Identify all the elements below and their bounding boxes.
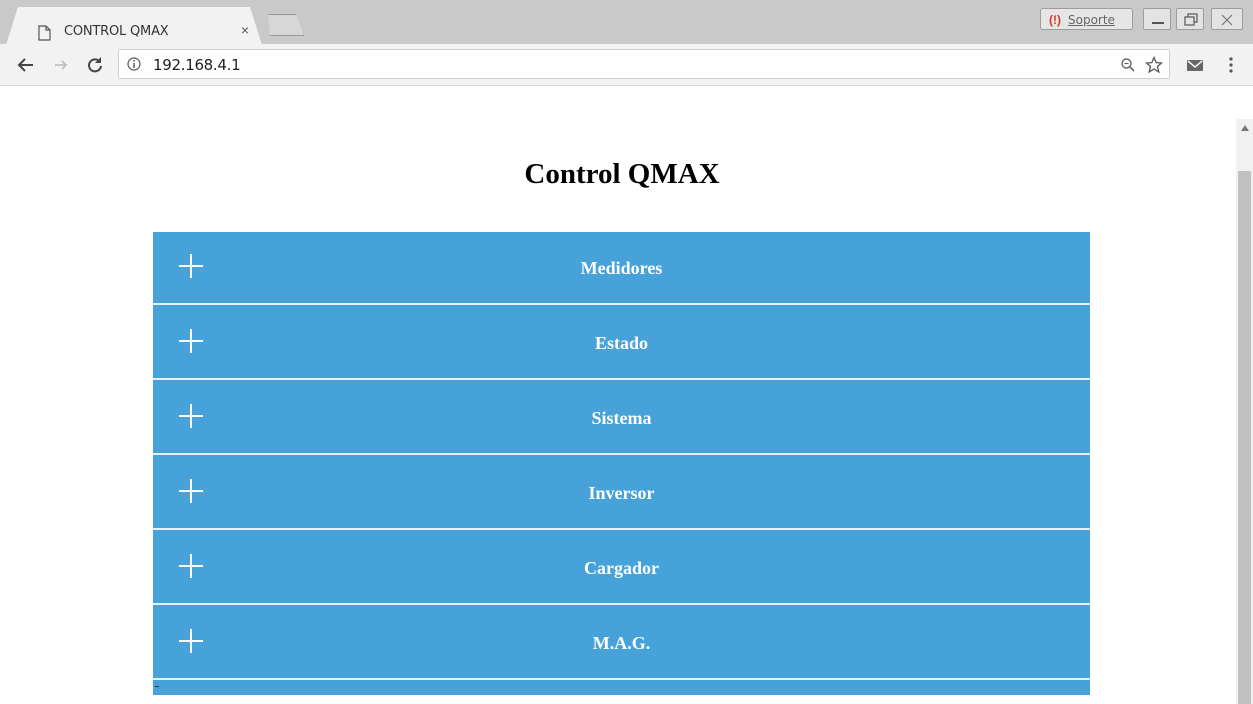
accordion-item-mag[interactable]: M.A.G. [153,607,1090,680]
scroll-up-arrow-icon[interactable] [1241,125,1249,131]
accordion-item-label: Inversor [588,483,655,503]
browser-toolbar: 192.168.4.1 [0,44,1253,86]
accordion-item-medidores[interactable]: Medidores [153,232,1090,305]
url-text[interactable]: 192.168.4.1 [153,56,241,74]
restore-icon [1184,13,1198,26]
reload-icon[interactable] [86,56,104,74]
support-button[interactable]: (!) Soporte [1040,8,1133,30]
footer-mark [155,686,159,687]
support-icon: (!) [1049,13,1061,27]
new-tab-button[interactable] [268,14,304,36]
accordion-footer [153,682,1090,695]
accordion-item-label: Medidores [580,258,663,278]
accordion-item-estado[interactable]: Estado [153,307,1090,380]
tab-close-icon[interactable]: × [238,22,252,38]
support-label: Soporte [1068,13,1115,27]
restore-button[interactable] [1176,8,1204,30]
page-scrollbar[interactable] [1236,119,1253,704]
minimize-button[interactable] [1143,8,1171,30]
accordion-item-sistema[interactable]: Sistema [153,382,1090,455]
scroll-thumb[interactable] [1238,171,1251,704]
page-icon [38,25,51,41]
accordion: Medidores Estado Sistema Inversor Cargad… [153,232,1090,695]
accordion-item-label: Cargador [584,558,659,578]
accordion-item-cargador[interactable]: Cargador [153,532,1090,605]
zoom-icon[interactable] [1120,57,1136,73]
close-window-button[interactable] [1211,8,1243,30]
info-icon[interactable] [127,57,141,71]
accordion-item-label: Sistema [591,408,652,428]
close-window-icon [1221,14,1233,26]
minimize-icon [1152,22,1164,24]
browser-titlebar: CONTROL QMAX × (!) Soporte [0,0,1253,45]
accordion-item-label: M.A.G. [592,633,651,653]
back-icon[interactable] [17,56,35,74]
extension-mail-icon[interactable] [1186,57,1204,73]
accordion-item-label: Estado [594,333,648,353]
address-bar[interactable]: 192.168.4.1 [118,49,1170,79]
browser-menu-icon[interactable] [1228,56,1234,74]
accordion-item-inversor[interactable]: Inversor [153,457,1090,530]
browser-tab[interactable]: CONTROL QMAX × [6,7,262,45]
bookmark-star-icon[interactable] [1145,56,1163,74]
tab-title: CONTROL QMAX [64,24,169,39]
forward-icon[interactable] [52,56,70,74]
page-title: Control QMAX [524,158,720,190]
